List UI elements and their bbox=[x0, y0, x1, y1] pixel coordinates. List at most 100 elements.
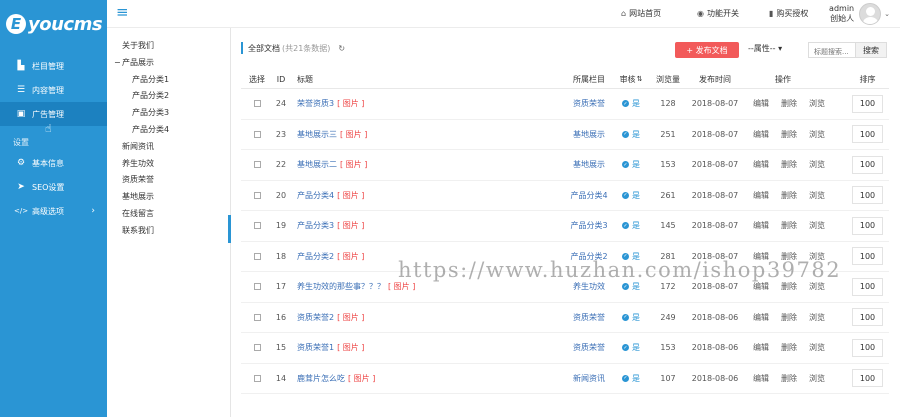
delete-link[interactable]: 删除 bbox=[781, 373, 797, 384]
row-audit-toggle[interactable]: ✓ 是 bbox=[622, 251, 640, 262]
row-checkbox[interactable] bbox=[253, 313, 261, 321]
row-audit-toggle[interactable]: ✓ 是 bbox=[622, 190, 640, 201]
row-audit-toggle[interactable]: ✓ 是 bbox=[622, 98, 640, 109]
row-title-link[interactable]: 养生功效的那些事？？？ bbox=[297, 281, 385, 292]
edit-link[interactable]: 编辑 bbox=[753, 373, 769, 384]
delete-link[interactable]: 删除 bbox=[781, 342, 797, 353]
tree-node[interactable]: 资质荣誉 bbox=[107, 172, 230, 189]
row-checkbox[interactable] bbox=[253, 344, 261, 352]
view-link[interactable]: 浏览 bbox=[809, 373, 825, 384]
row-column-link[interactable]: 资质荣誉 bbox=[573, 312, 605, 323]
feature-switch-link[interactable]: ◉ 功能开关 bbox=[697, 8, 739, 19]
website-home-link[interactable]: ⌂ 网站首页 bbox=[621, 8, 661, 19]
view-link[interactable]: 浏览 bbox=[809, 281, 825, 292]
sort-order-input[interactable]: 100 bbox=[852, 308, 883, 327]
row-audit-toggle[interactable]: ✓ 是 bbox=[622, 159, 640, 170]
tree-node-parent[interactable]: − 产品展示 bbox=[107, 55, 230, 72]
sort-order-input[interactable]: 100 bbox=[852, 155, 883, 174]
row-audit-toggle[interactable]: ✓ 是 bbox=[622, 281, 640, 292]
sort-order-input[interactable]: 100 bbox=[852, 216, 883, 235]
attribute-select[interactable]: --属性-- ▾ bbox=[748, 43, 782, 54]
chevron-down-icon[interactable]: ⌄ bbox=[884, 10, 890, 18]
header-audit[interactable]: 审核 ⇅ bbox=[617, 70, 645, 88]
sort-order-input[interactable]: 100 bbox=[852, 247, 883, 266]
sort-order-input[interactable]: 100 bbox=[852, 369, 883, 388]
delete-link[interactable]: 删除 bbox=[781, 190, 797, 201]
delete-link[interactable]: 删除 bbox=[781, 251, 797, 262]
search-button[interactable]: 搜索 bbox=[855, 42, 887, 58]
tree-node[interactable]: 新闻资讯 bbox=[107, 139, 230, 156]
view-link[interactable]: 浏览 bbox=[809, 98, 825, 109]
buy-license-link[interactable]: ▮ 购买授权 bbox=[769, 8, 808, 19]
sort-order-input[interactable]: 100 bbox=[852, 338, 883, 357]
view-link[interactable]: 浏览 bbox=[809, 159, 825, 170]
tree-node-child[interactable]: 产品分类2 bbox=[107, 88, 230, 105]
row-column-link[interactable]: 产品分类3 bbox=[570, 220, 607, 231]
row-title-link[interactable]: 产品分类2 bbox=[297, 251, 334, 262]
sidebar-item-basic-info[interactable]: ⚙ 基本信息 bbox=[0, 151, 107, 175]
row-column-link[interactable]: 养生功效 bbox=[573, 281, 605, 292]
tree-node[interactable]: 联系我们 bbox=[107, 223, 230, 240]
logo[interactable]: E youcms bbox=[0, 0, 107, 48]
avatar[interactable] bbox=[859, 3, 882, 25]
edit-link[interactable]: 编辑 bbox=[753, 312, 769, 323]
row-audit-toggle[interactable]: ✓ 是 bbox=[622, 342, 640, 353]
row-checkbox[interactable] bbox=[253, 130, 261, 138]
sidebar-item-ads[interactable]: ▣ 广告管理 bbox=[0, 102, 107, 126]
row-column-link[interactable]: 基地展示 bbox=[573, 159, 605, 170]
refresh-icon[interactable]: ↻ bbox=[338, 44, 345, 53]
sidebar-item-columns[interactable]: ▙ 栏目管理 bbox=[0, 54, 107, 78]
row-checkbox[interactable] bbox=[253, 100, 261, 108]
sort-order-input[interactable]: 100 bbox=[852, 94, 883, 113]
row-audit-toggle[interactable]: ✓ 是 bbox=[622, 129, 640, 140]
row-column-link[interactable]: 产品分类4 bbox=[570, 190, 607, 201]
row-column-link[interactable]: 产品分类2 bbox=[570, 251, 607, 262]
sort-order-input[interactable]: 100 bbox=[852, 125, 883, 144]
sidebar-item-content[interactable]: ☰ 内容管理 bbox=[0, 78, 107, 102]
row-title-link[interactable]: 基地展示二 bbox=[297, 159, 337, 170]
row-checkbox[interactable] bbox=[253, 252, 261, 260]
edit-link[interactable]: 编辑 bbox=[753, 281, 769, 292]
tree-node[interactable]: 在线留言 bbox=[107, 206, 230, 223]
edit-link[interactable]: 编辑 bbox=[753, 190, 769, 201]
edit-link[interactable]: 编辑 bbox=[753, 129, 769, 140]
row-checkbox[interactable] bbox=[253, 222, 261, 230]
menu-toggle-icon[interactable]: ≡ bbox=[116, 5, 129, 20]
delete-link[interactable]: 删除 bbox=[781, 312, 797, 323]
edit-link[interactable]: 编辑 bbox=[753, 251, 769, 262]
row-title-link[interactable]: 基地展示三 bbox=[297, 129, 337, 140]
row-title-link[interactable]: 资质荣誉2 bbox=[297, 312, 334, 323]
add-document-button[interactable]: + 发布文档 bbox=[675, 42, 739, 58]
row-column-link[interactable]: 资质荣誉 bbox=[573, 342, 605, 353]
delete-link[interactable]: 删除 bbox=[781, 220, 797, 231]
delete-link[interactable]: 删除 bbox=[781, 281, 797, 292]
edit-link[interactable]: 编辑 bbox=[753, 159, 769, 170]
view-link[interactable]: 浏览 bbox=[809, 190, 825, 201]
row-column-link[interactable]: 资质荣誉 bbox=[573, 98, 605, 109]
view-link[interactable]: 浏览 bbox=[809, 129, 825, 140]
row-column-link[interactable]: 基地展示 bbox=[573, 129, 605, 140]
sidebar-item-seo[interactable]: ➤ SEO设置 bbox=[0, 175, 107, 199]
edit-link[interactable]: 编辑 bbox=[753, 342, 769, 353]
edit-link[interactable]: 编辑 bbox=[753, 220, 769, 231]
collapse-icon[interactable]: − bbox=[114, 55, 121, 72]
tree-node[interactable]: 基地展示 bbox=[107, 189, 230, 206]
sort-order-input[interactable]: 100 bbox=[852, 277, 883, 296]
row-column-link[interactable]: 新闻资讯 bbox=[573, 373, 605, 384]
delete-link[interactable]: 删除 bbox=[781, 98, 797, 109]
delete-link[interactable]: 删除 bbox=[781, 129, 797, 140]
row-audit-toggle[interactable]: ✓ 是 bbox=[622, 312, 640, 323]
row-title-link[interactable]: 产品分类4 bbox=[297, 190, 334, 201]
row-checkbox[interactable] bbox=[253, 191, 261, 199]
tree-node[interactable]: 关于我们 bbox=[107, 38, 230, 55]
row-title-link[interactable]: 鹿茸片怎么吃 bbox=[297, 373, 345, 384]
row-audit-toggle[interactable]: ✓ 是 bbox=[622, 220, 640, 231]
row-title-link[interactable]: 产品分类3 bbox=[297, 220, 334, 231]
tree-node-child[interactable]: 产品分类4 bbox=[107, 122, 230, 139]
search-input[interactable] bbox=[808, 42, 858, 58]
view-link[interactable]: 浏览 bbox=[809, 220, 825, 231]
tree-node-child[interactable]: 产品分类1 bbox=[107, 72, 230, 89]
row-audit-toggle[interactable]: ✓ 是 bbox=[622, 373, 640, 384]
row-checkbox[interactable] bbox=[253, 374, 261, 382]
view-link[interactable]: 浏览 bbox=[809, 342, 825, 353]
